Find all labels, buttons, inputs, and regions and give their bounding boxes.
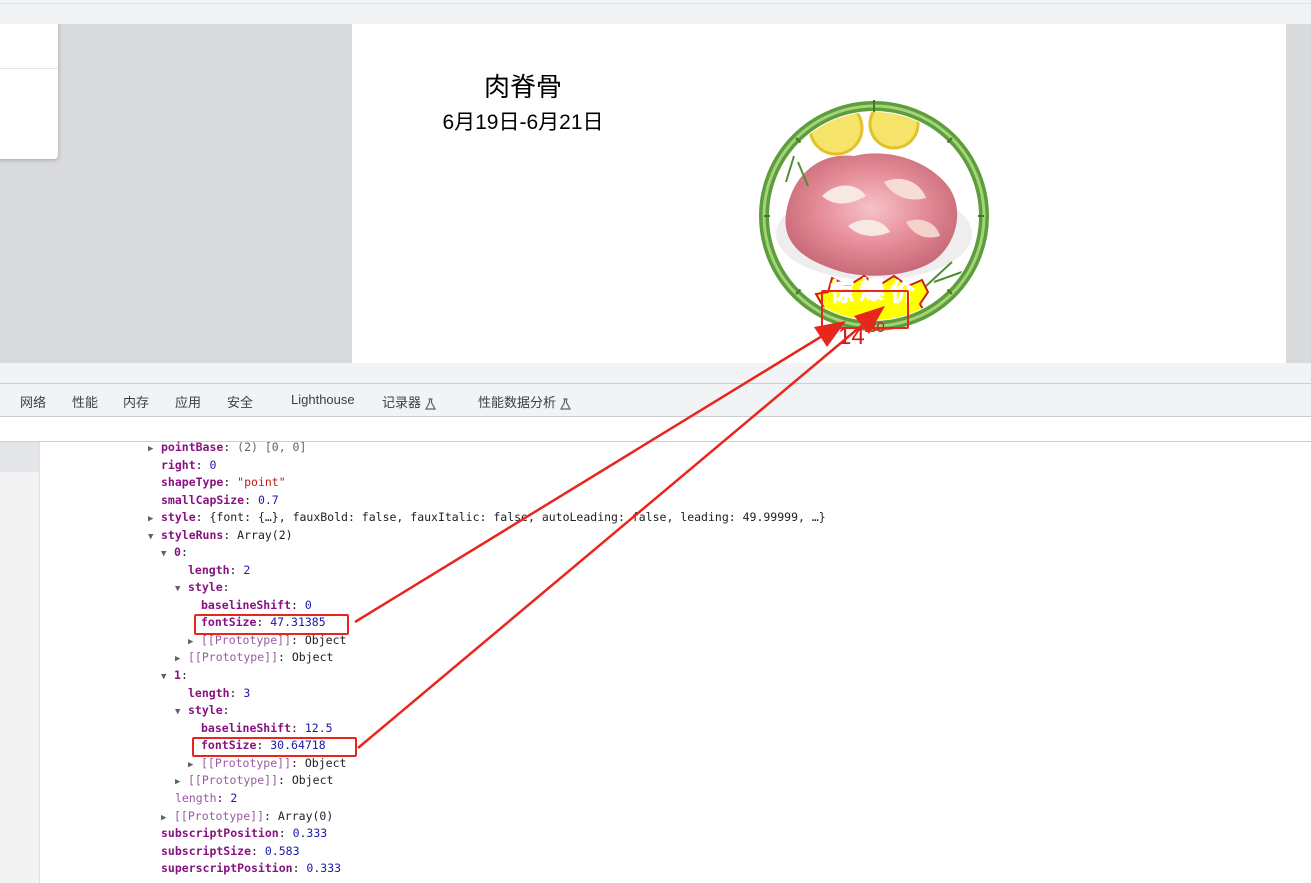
experiment-flask-icon bbox=[425, 397, 437, 410]
tree-row-array-length: length: 2 bbox=[175, 791, 238, 805]
tab-performance[interactable]: 性能 bbox=[72, 392, 98, 411]
tree-row-subscriptPosition: subscriptPosition: 0.333 bbox=[161, 826, 328, 840]
expand-triangle-icon[interactable]: ▶ bbox=[148, 511, 161, 528]
collapse-triangle-icon[interactable]: ▼ bbox=[161, 669, 174, 686]
tab-network[interactable]: 网络 bbox=[20, 392, 46, 411]
tree-row-prototype[interactable]: ▶ [[Prototype]]: Array(0) bbox=[161, 808, 333, 825]
console-object-tree: ▶ pointBase: (2) [0, 0] right: 0 shapeTyp… bbox=[0, 439, 1311, 883]
tree-row-right: right: 0 bbox=[161, 458, 217, 472]
tab-recorder[interactable]: 记录器 bbox=[382, 392, 437, 411]
price-highlight-box bbox=[821, 290, 909, 329]
tree-row-superscriptPosition: superscriptPosition: 0.333 bbox=[161, 861, 342, 875]
collapse-triangle-icon[interactable]: ▼ bbox=[161, 546, 174, 563]
tab-performance-insights[interactable]: 性能数据分析 bbox=[478, 392, 572, 411]
pork-bones bbox=[785, 153, 958, 276]
expand-triangle-icon[interactable]: ▶ bbox=[148, 441, 161, 458]
tree-row-run-1[interactable]: ▼ 1: bbox=[161, 667, 188, 684]
tree-row-shapeType: shapeType: "point" bbox=[161, 475, 286, 489]
tab-performance-insights-label: 性能数据分析 bbox=[478, 395, 557, 410]
tab-application[interactable]: 应用 bbox=[175, 392, 201, 411]
expand-triangle-icon[interactable]: ▶ bbox=[175, 651, 188, 668]
product-title: 肉脊骨 bbox=[483, 72, 562, 102]
tree-row-subscriptSize: subscriptSize: 0.583 bbox=[161, 844, 300, 858]
tree-row-run-1-style[interactable]: ▼ style: bbox=[175, 702, 230, 719]
tree-row-smallCapSize: smallCapSize: 0.7 bbox=[161, 493, 279, 507]
tree-row-length: length: 2 bbox=[188, 563, 251, 577]
experiment-flask-icon bbox=[560, 397, 572, 410]
tree-row-baselineShift: baselineShift: 12.5 bbox=[201, 721, 333, 735]
tree-row-prototype[interactable]: ▶ [[Prototype]]: Object bbox=[188, 755, 346, 772]
tree-row-baselineShift: baselineShift: 0 bbox=[201, 598, 312, 612]
tree-row-style[interactable]: ▶ style: {font: {…}, fauxBold: false, fau… bbox=[148, 509, 826, 526]
tree-row-prototype[interactable]: ▶ [[Prototype]]: Object bbox=[175, 772, 333, 789]
date-range: 6月19日-6月21日 bbox=[442, 111, 604, 134]
browser-top-strip bbox=[0, 0, 1311, 24]
collapse-triangle-icon[interactable]: ▼ bbox=[175, 581, 188, 598]
tab-lighthouse[interactable]: Lighthouse bbox=[291, 392, 355, 407]
tree-row-pointBase[interactable]: ▶ pointBase: (2) [0, 0] bbox=[148, 439, 306, 456]
tab-security[interactable]: 安全 bbox=[227, 392, 253, 411]
tree-row-length: length: 3 bbox=[188, 686, 251, 700]
tree-row-styleRuns[interactable]: ▼ styleRuns: Array(2) bbox=[148, 527, 293, 544]
collapse-triangle-icon[interactable]: ▼ bbox=[175, 704, 188, 721]
tab-memory[interactable]: 内存 bbox=[123, 392, 149, 411]
tree-row-prototype[interactable]: ▶ [[Prototype]]: Object bbox=[175, 649, 333, 666]
collapse-triangle-icon[interactable]: ▼ bbox=[148, 529, 161, 546]
devtools-tabbar: 网络 性能 内存 应用 安全 Lighthouse 记录器 性能数据分析 bbox=[0, 383, 1311, 417]
tree-row-run-0-style[interactable]: ▼ style: bbox=[175, 579, 230, 596]
tab-recorder-label: 记录器 bbox=[382, 395, 422, 410]
tree-row-run-0[interactable]: ▼ 0: bbox=[161, 544, 188, 561]
fontsize-highlight-box-2 bbox=[192, 737, 357, 757]
fontsize-highlight-box-1 bbox=[194, 614, 349, 635]
devtools-gap bbox=[0, 363, 1311, 383]
expand-triangle-icon[interactable]: ▶ bbox=[175, 774, 188, 791]
